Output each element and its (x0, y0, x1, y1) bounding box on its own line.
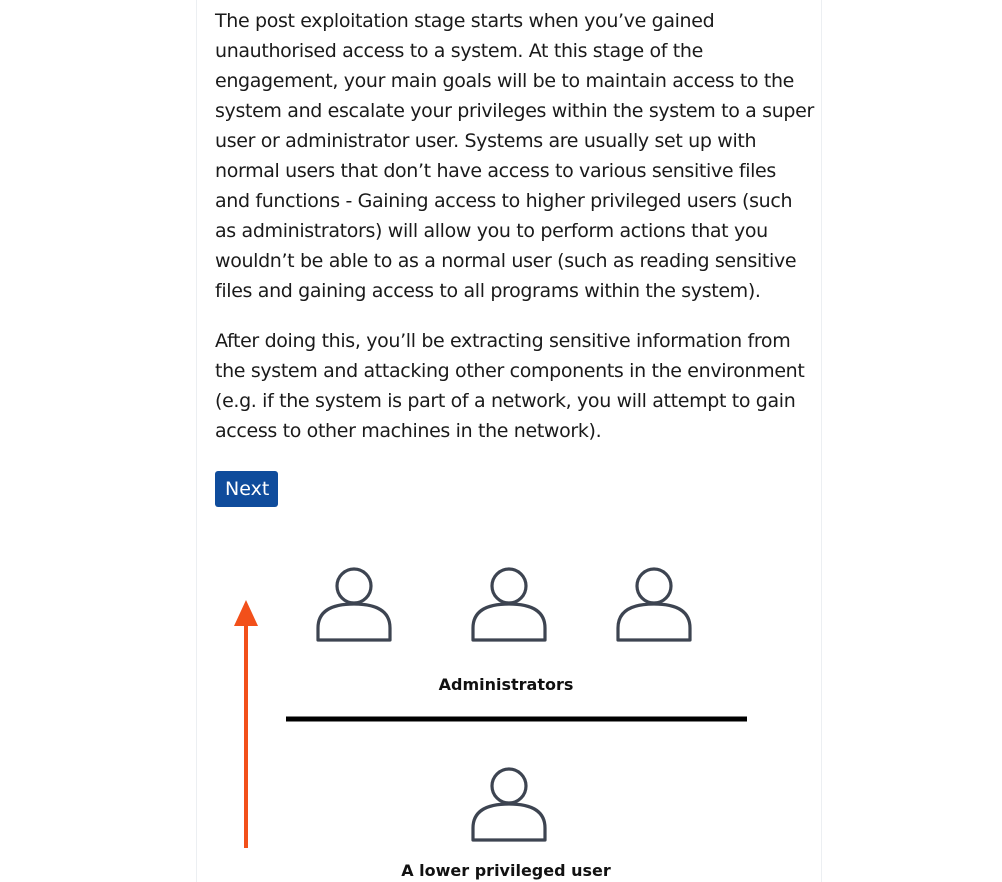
admin-user-icon (316, 567, 392, 642)
admin-user-icon (471, 567, 547, 642)
admin-user-icon (616, 567, 692, 642)
privilege-escalation-illustration: Administrators A lower privileged user (215, 540, 775, 882)
paragraph-followup: After doing this, you’ll be extracting s… (215, 330, 805, 442)
next-button[interactable]: Next (215, 471, 279, 507)
administrators-label: Administrators (439, 675, 574, 694)
lower-privileged-user-label: A lower privileged user (401, 861, 611, 880)
lesson-content: The post exploitation stage starts when … (215, 6, 815, 507)
paragraph-intro: The post exploitation stage starts when … (215, 10, 814, 302)
escalation-arrow-icon (234, 600, 258, 848)
lower-user-icon (471, 767, 547, 842)
